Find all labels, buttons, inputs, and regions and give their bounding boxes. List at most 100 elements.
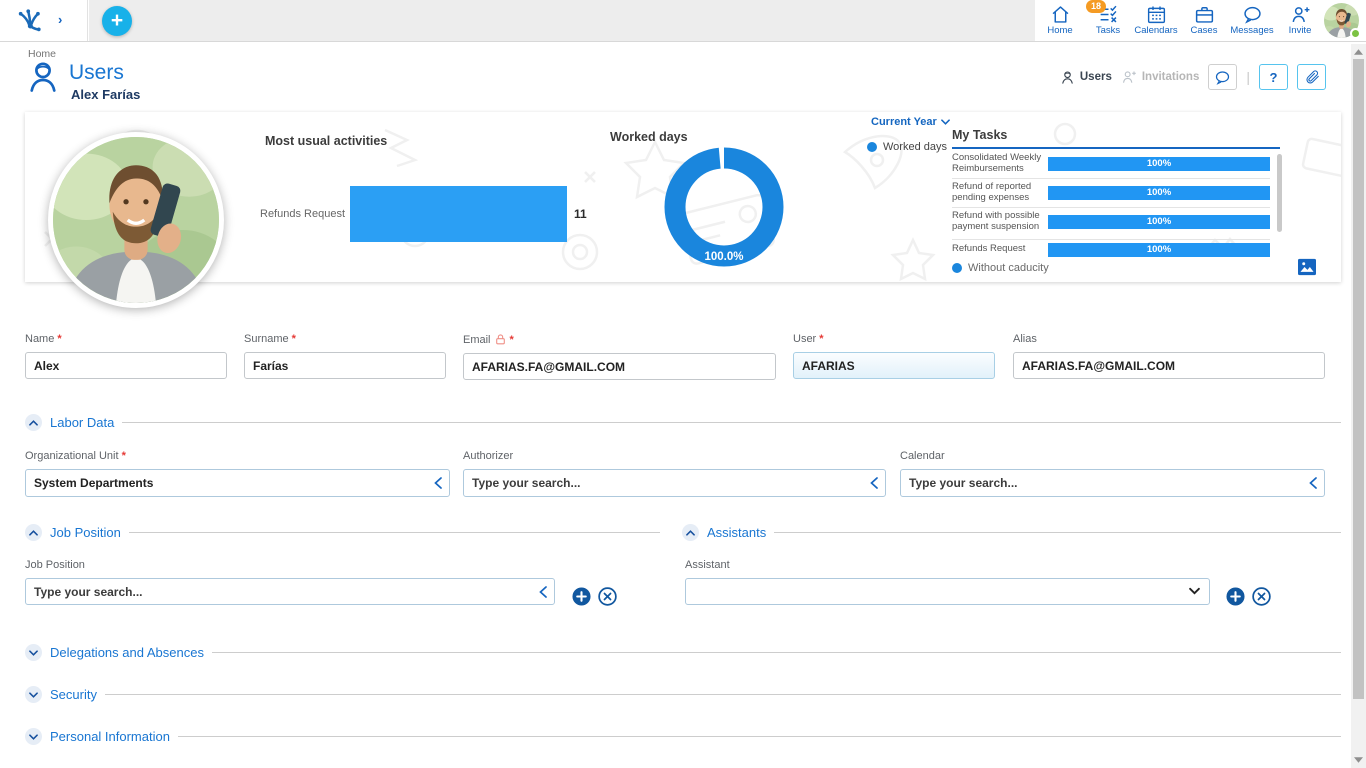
field-label: Surname — [244, 333, 289, 345]
nav-item-cases[interactable]: Cases — [1178, 0, 1230, 41]
tab-invitations[interactable]: Invitations — [1121, 69, 1200, 85]
section-security[interactable]: Security — [25, 686, 1341, 703]
calendar-input[interactable] — [900, 469, 1325, 497]
person-plus-icon — [1121, 69, 1137, 85]
calendar-icon — [1146, 4, 1167, 25]
task-progress-bar[interactable]: 100% — [1048, 243, 1270, 257]
remove-assistant-button[interactable] — [1252, 587, 1271, 606]
add-job-position-button[interactable] — [572, 587, 591, 606]
message-bubble-icon — [1242, 4, 1263, 25]
new-item-button[interactable]: + — [102, 6, 132, 36]
nav-item-home[interactable]: Home — [1034, 0, 1086, 41]
task-label: Refund of reported pending expenses — [952, 182, 1048, 204]
task-progress-bar[interactable]: 100% — [1048, 186, 1270, 200]
required-asterisk: * — [122, 450, 126, 462]
name-field: Name* — [25, 333, 227, 379]
name-input[interactable] — [25, 352, 227, 379]
remove-job-position-button[interactable] — [598, 587, 617, 606]
collapse-chevron-up-icon[interactable] — [25, 414, 42, 431]
scroll-down-arrow-icon[interactable] — [1354, 757, 1363, 763]
section-title: Personal Information — [50, 729, 170, 744]
change-banner-image-button[interactable] — [1297, 258, 1317, 276]
tasks-scrollbar[interactable] — [1277, 154, 1282, 232]
comments-button[interactable] — [1208, 64, 1237, 90]
section-title: Delegations and Absences — [50, 645, 204, 660]
collapse-chevron-up-icon[interactable] — [682, 524, 699, 541]
field-label: Job Position — [25, 559, 85, 571]
activities-bar-label: Refunds Request — [190, 208, 345, 220]
task-progress-bar[interactable]: 100% — [1048, 157, 1270, 171]
lookup-chevron-icon[interactable] — [1309, 477, 1317, 489]
email-field: Email * — [463, 333, 776, 380]
nav-label: Messages — [1230, 25, 1273, 36]
organizational-unit-input[interactable] — [25, 469, 450, 497]
nav-label: Calendars — [1134, 25, 1177, 36]
worked-days-donut[interactable]: 100.0% — [659, 142, 789, 272]
assistant-field: Assistant — [685, 559, 1210, 605]
email-input[interactable] — [463, 353, 776, 380]
user-input[interactable] — [793, 352, 995, 379]
task-row: Refund with possible payment suspension … — [952, 207, 1270, 236]
section-divider-line — [129, 532, 660, 533]
authorizer-input[interactable] — [463, 469, 886, 497]
section-job-position[interactable]: Job Position — [25, 524, 660, 541]
header-actions: Users Invitations | ? — [1060, 62, 1326, 92]
legend-dot — [952, 263, 962, 273]
help-button[interactable]: ? — [1259, 64, 1288, 90]
task-progress-value: 100% — [1147, 187, 1171, 198]
expand-chevron-down-icon[interactable] — [25, 686, 42, 703]
users-module-icon — [25, 59, 61, 95]
lock-icon — [494, 333, 507, 346]
section-delegations-and-absences[interactable]: Delegations and Absences — [25, 644, 1341, 661]
calendar-field: Calendar — [900, 450, 1325, 497]
section-divider-line — [212, 652, 1341, 653]
period-filter-dropdown[interactable]: Current Year — [871, 116, 950, 128]
task-row: Refund of reported pending expenses 100% — [952, 178, 1270, 207]
lookup-chevron-icon[interactable] — [434, 477, 442, 489]
home-icon — [1050, 4, 1071, 25]
top-bar: › + Home Tasks 18 Calendars Cases Messag… — [0, 0, 1366, 42]
alias-input[interactable] — [1013, 352, 1325, 379]
lookup-chevron-icon[interactable] — [539, 586, 547, 598]
field-label: Organizational Unit — [25, 450, 119, 462]
surname-input[interactable] — [244, 352, 446, 379]
attachments-button[interactable] — [1297, 64, 1326, 90]
field-label: Email — [463, 334, 491, 346]
nav-item-invite[interactable]: Invite — [1274, 0, 1326, 41]
nav-label: Tasks — [1096, 25, 1120, 36]
nav-label: Home — [1047, 25, 1072, 36]
activities-bar[interactable] — [350, 186, 567, 242]
tab-users[interactable]: Users — [1060, 70, 1112, 85]
collapse-chevron-up-icon[interactable] — [25, 524, 42, 541]
my-tasks-list: Consolidated Weekly Reimbursements 100% … — [952, 150, 1270, 260]
profile-photo[interactable] — [48, 132, 224, 308]
scroll-up-arrow-icon[interactable] — [1354, 49, 1363, 55]
expand-chevron-down-icon[interactable] — [25, 728, 42, 745]
my-tasks-underline — [952, 147, 1280, 149]
app-logo-area[interactable]: › — [0, 0, 88, 41]
section-assistants[interactable]: Assistants — [682, 524, 1341, 541]
lookup-chevron-icon[interactable] — [870, 477, 878, 489]
nav-item-calendars[interactable]: Calendars — [1130, 0, 1182, 41]
job-position-input[interactable] — [25, 578, 555, 605]
nav-item-tasks[interactable]: Tasks 18 — [1082, 0, 1134, 41]
section-title: Assistants — [707, 525, 766, 540]
caducity-legend: Without caducity — [952, 262, 1049, 274]
expand-chevron-down-icon[interactable] — [25, 644, 42, 661]
nav-item-messages[interactable]: Messages — [1226, 0, 1278, 41]
paperclip-icon — [1304, 69, 1320, 85]
page-scrollbar[interactable] — [1351, 44, 1366, 768]
section-divider-line — [774, 532, 1341, 533]
add-assistant-button[interactable] — [1226, 587, 1245, 606]
scrollbar-thumb[interactable] — [1353, 59, 1364, 699]
person-icon — [1060, 70, 1075, 85]
assistant-select[interactable] — [685, 578, 1210, 605]
section-labor-data[interactable]: Labor Data — [25, 414, 1341, 431]
online-status-dot — [1350, 28, 1361, 39]
task-progress-bar[interactable]: 100% — [1048, 215, 1270, 229]
menu-expand-chevron-icon[interactable]: › — [58, 12, 62, 27]
topbar-background — [89, 0, 1035, 41]
authorizer-field: Authorizer — [463, 450, 886, 497]
section-personal-information[interactable]: Personal Information — [25, 728, 1341, 745]
surname-field: Surname* — [244, 333, 446, 379]
